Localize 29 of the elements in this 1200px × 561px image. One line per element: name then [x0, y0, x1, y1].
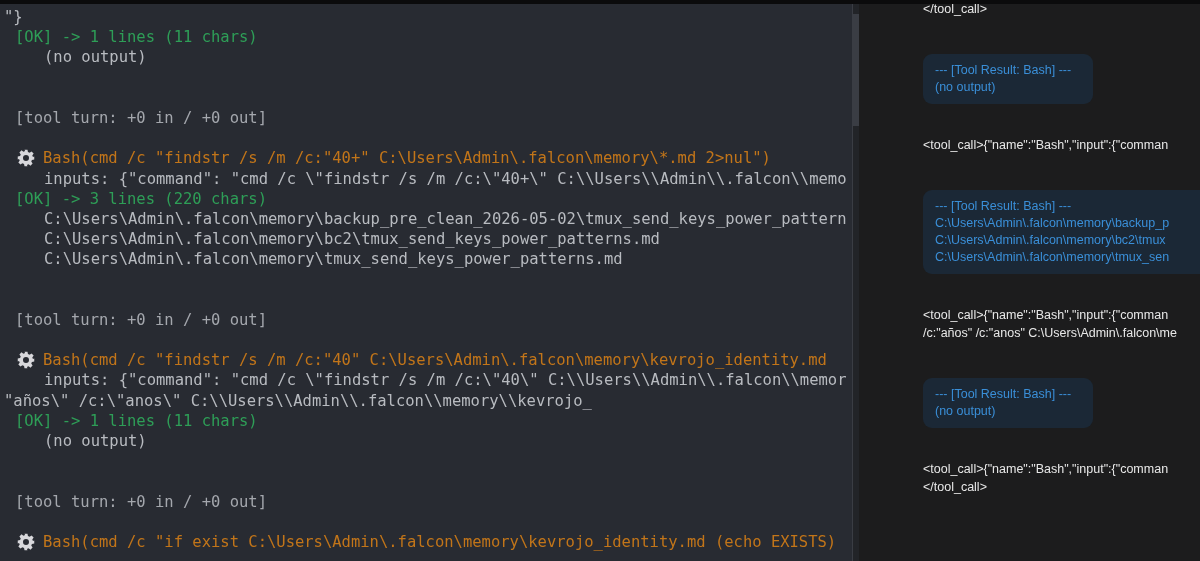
output-line: (no output): [43, 430, 147, 452]
message-text: <tool_call>{"name":"Bash","input":{"comman: [923, 137, 1169, 154]
output-line: inputs: {"command": "cmd /c \"findstr /s /m /c:\"40\" C:\\Users\\Admin\\.falcon\\memor: [43, 370, 847, 391]
command-line: Bash(cmd /c "if exist C:\Users\Admin\.falcon\memory\kevrojo_identity.md (echo EXISTS): [43, 531, 837, 553]
output-line: C:\Users\Admin\.falcon\memory\bc2\tmux_send_keys_power_patterns.md: [43, 229, 660, 250]
command-line: Bash(cmd /c "findstr /s /m /c:"40+" C:\Users\Admin\.falcon\memory\*.md 2>nul"): [43, 148, 771, 169]
output-line: inputs: {"command": "cmd /c \"findstr /s /m /c:\"40+\" C:\\Users\\Admin\\.falcon\\memo: [43, 168, 847, 189]
tool-result-bubble: --- [Tool Result: Bash] --- (no output): [923, 378, 1093, 428]
message-text: </tool_call>: [923, 4, 987, 18]
scrollbar[interactable]: [852, 4, 859, 561]
status-line: [OK] -> 1 lines (11 chars): [14, 27, 258, 48]
turn-summary: [tool turn: +0 in / +0 out]: [14, 491, 267, 512]
turn-summary: [tool turn: +0 in / +0 out]: [14, 107, 267, 129]
output-line: (no output): [43, 47, 147, 68]
tool-result-bubble: --- [Tool Result: Bash] --- (no output): [923, 54, 1093, 104]
turn-summary: [tool turn: +0 in / +0 out]: [14, 309, 267, 331]
gear-icon: [17, 149, 35, 168]
message-text: <tool_call>{"name":"Bash","input":{"comman </tool_call>: [923, 461, 1169, 496]
status-line: [OK] -> 3 lines (220 chars): [14, 188, 267, 209]
status-line: [OK] -> 1 lines (11 chars): [14, 410, 258, 431]
tool-result-bubble: --- [Tool Result: Bash] --- C:\Users\Admin\.falcon\memory\backup_p C:\Users\Admin\.falcon\memory\bc2\tmux C:\Users\Admin\.falcon\memory\tmux_sen: [923, 190, 1200, 274]
output-line: C:\Users\Admin\.falcon\memory\tmux_send_keys_power_patterns.md: [43, 249, 623, 270]
gear-icon: [17, 533, 35, 551]
command-line: Bash(cmd /c "findstr /s /m /c:"40" C:\Users\Admin\.falcon\memory\kevrojo_identity.md: [43, 350, 827, 371]
output-line: C:\Users\Admin\.falcon\memory\backup_pre_clean_2026-05-02\tmux_send_keys_power_pattern: [43, 208, 847, 230]
terminal-line: "años\" /c:\"anos\" C:\\Users\\Admin\\.falcon\\memory\\kevrojo_: [3, 390, 592, 411]
message-text: <tool_call>{"name":"Bash","input":{"comman /c:"años" /c:"anos" C:\Users\Admin\.falcon\me: [923, 307, 1177, 342]
gear-icon: [17, 351, 35, 370]
terminal-line: "}: [3, 7, 23, 28]
